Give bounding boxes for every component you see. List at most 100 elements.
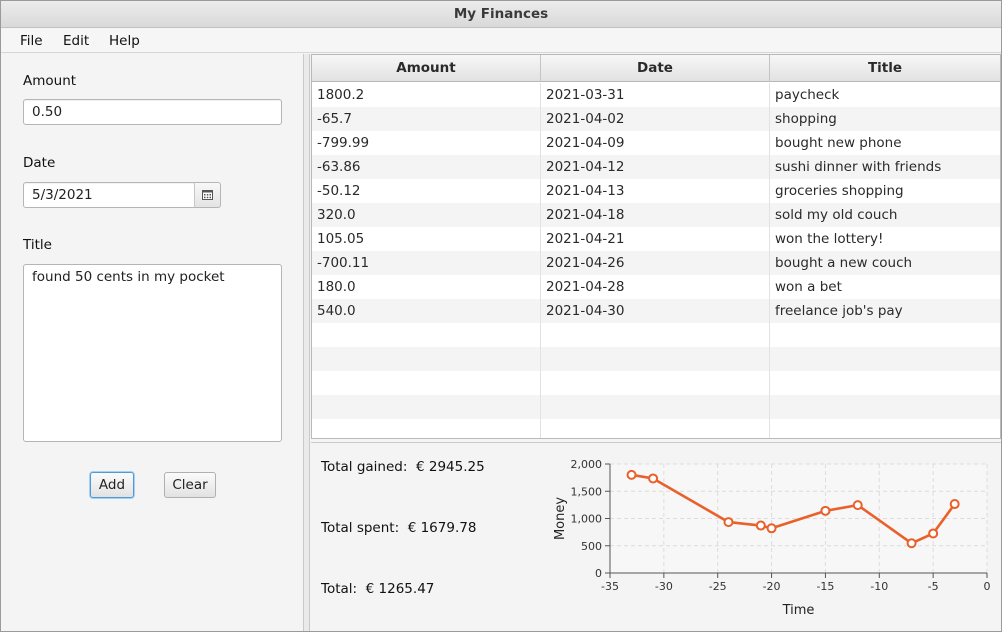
cell-amount: 180.0: [312, 275, 541, 299]
data-point: [928, 528, 939, 539]
cell-date: 2021-03-31: [541, 83, 770, 107]
cell-title: sushi dinner with friends: [770, 155, 1000, 179]
title-label: Title: [23, 237, 52, 253]
add-button[interactable]: Add: [90, 472, 134, 498]
table-row[interactable]: -700.11 2021-04-26 bought a new couch: [312, 251, 1000, 275]
menu-help[interactable]: Help: [109, 29, 140, 53]
y-tick-label: 2,000: [571, 458, 603, 471]
cell-title: paycheck: [770, 83, 1000, 107]
clear-button[interactable]: Clear: [164, 472, 216, 498]
x-tick-label: -15: [816, 580, 834, 593]
cell-amount: -65.7: [312, 107, 541, 131]
date-field[interactable]: 5/3/2021: [23, 182, 195, 208]
cell-date: 2021-04-12: [541, 155, 770, 179]
cell-title: [770, 347, 1000, 371]
total-balance: Total: € 1265.47: [321, 581, 435, 597]
cell-title: [770, 371, 1000, 395]
cell-date: 2021-04-02: [541, 107, 770, 131]
table-row-empty: [312, 347, 1000, 371]
cell-amount: -700.11: [312, 251, 541, 275]
cell-date: [541, 419, 770, 438]
amount-field[interactable]: 0.50: [23, 99, 282, 125]
calendar-icon: [202, 190, 213, 200]
column-header-title[interactable]: Title: [770, 55, 1000, 82]
cell-amount: [312, 323, 541, 347]
menu-file[interactable]: File: [20, 29, 43, 53]
data-point: [648, 473, 659, 484]
column-header-date[interactable]: Date: [541, 55, 770, 82]
cell-amount: 105.05: [312, 227, 541, 251]
data-point: [906, 538, 917, 549]
cell-amount: 1800.2: [312, 83, 541, 107]
cell-date: [541, 347, 770, 371]
data-point: [949, 499, 960, 510]
table-row[interactable]: -63.86 2021-04-12 sushi dinner with friend…: [312, 155, 1000, 179]
cell-date: 2021-04-13: [541, 179, 770, 203]
cell-title: [770, 395, 1000, 419]
total-gained: Total gained: € 2945.25: [321, 459, 485, 475]
table-row[interactable]: 105.05 2021-04-21 won the lottery!: [312, 227, 1000, 251]
x-tick-label: -10: [870, 580, 888, 593]
transactions-table[interactable]: Amount Date Title 1800.2 2021-03-31 payche…: [311, 54, 1001, 439]
cell-date: [541, 323, 770, 347]
x-tick-label: -25: [709, 580, 727, 593]
table-row[interactable]: -50.12 2021-04-13 groceries shopping: [312, 179, 1000, 203]
table-row[interactable]: 180.0 2021-04-28 won a bet: [312, 275, 1000, 299]
cell-amount: -63.86: [312, 155, 541, 179]
table-header: Amount Date Title: [312, 55, 1000, 82]
cell-amount: 540.0: [312, 299, 541, 323]
total-spent: Total spent: € 1679.78: [321, 520, 477, 536]
cell-amount: [312, 395, 541, 419]
cell-date: 2021-04-21: [541, 227, 770, 251]
data-point: [626, 469, 637, 480]
y-tick-label: 1,500: [571, 485, 603, 498]
cell-date: 2021-04-26: [541, 251, 770, 275]
table-row[interactable]: 540.0 2021-04-30 freelance job's pay: [312, 299, 1000, 323]
cell-amount: 320.0: [312, 203, 541, 227]
x-tick-label: -30: [655, 580, 673, 593]
x-tick-label: -20: [763, 580, 781, 593]
data-point: [723, 517, 734, 528]
split-divider[interactable]: [303, 54, 310, 631]
table-row-empty: [312, 371, 1000, 395]
window-title: My Finances: [1, 1, 1001, 28]
x-axis-label: Time: [782, 603, 815, 618]
table-row-empty: [312, 419, 1000, 438]
table-row-empty: [312, 323, 1000, 347]
cell-title: [770, 419, 1000, 438]
cell-title: won the lottery!: [770, 227, 1000, 251]
data-point: [852, 500, 863, 511]
cell-title: [770, 323, 1000, 347]
data-point: [820, 505, 831, 516]
cell-amount: [312, 347, 541, 371]
menu-bar: File Edit Help: [1, 29, 1001, 53]
cell-title: sold my old couch: [770, 203, 1000, 227]
cell-title: groceries shopping: [770, 179, 1000, 203]
cell-date: [541, 371, 770, 395]
y-tick-label: 0: [595, 567, 602, 580]
x-tick-label: -35: [601, 580, 619, 593]
x-tick-label: 0: [984, 580, 991, 593]
cell-title: won a bet: [770, 275, 1000, 299]
column-header-amount[interactable]: Amount: [312, 55, 541, 82]
menu-edit[interactable]: Edit: [63, 29, 89, 53]
y-tick-label: 1,000: [571, 513, 603, 526]
date-picker-button[interactable]: [194, 182, 221, 208]
table-row[interactable]: -65.7 2021-04-02 shopping: [312, 107, 1000, 131]
cell-title: bought new phone: [770, 131, 1000, 155]
table-row[interactable]: 1800.2 2021-03-31 paycheck: [312, 83, 1000, 107]
cell-title: freelance job's pay: [770, 299, 1000, 323]
date-label: Date: [23, 155, 56, 171]
table-row[interactable]: -799.99 2021-04-09 bought new phone: [312, 131, 1000, 155]
cell-date: [541, 395, 770, 419]
summary-pane: Total gained: € 2945.25 Total spent: € 1…: [311, 442, 1001, 631]
amount-label: Amount: [23, 73, 77, 89]
cell-amount: -799.99: [312, 131, 541, 155]
title-textarea[interactable]: found 50 cents in my pocket: [23, 264, 282, 442]
data-point: [766, 523, 777, 534]
cell-date: 2021-04-18: [541, 203, 770, 227]
cell-date: 2021-04-30: [541, 299, 770, 323]
table-row[interactable]: 320.0 2021-04-18 sold my old couch: [312, 203, 1000, 227]
y-tick-label: 500: [581, 540, 602, 553]
cell-amount: [312, 419, 541, 438]
